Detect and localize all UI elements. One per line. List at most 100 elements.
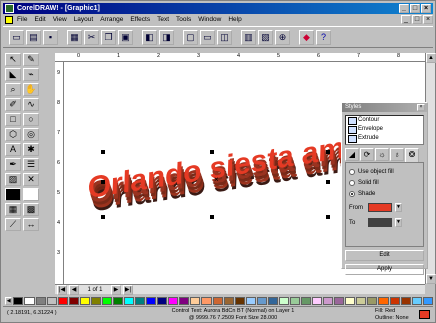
zoom-tool-icon[interactable]: ⌕ xyxy=(5,83,21,96)
from-color-dropdown[interactable]: ▼ xyxy=(395,203,402,212)
palette-swatch[interactable] xyxy=(312,296,323,305)
solid-fill-option[interactable]: Solid fill xyxy=(349,178,420,187)
menu-window[interactable]: Window xyxy=(198,15,221,25)
fill-tool-icon[interactable]: ▨ xyxy=(5,173,21,186)
menu-effects[interactable]: Effects xyxy=(130,15,150,25)
vertical-ruler[interactable]: 9 8 7 6 5 4 3 xyxy=(55,62,64,284)
palette-swatch[interactable] xyxy=(68,296,79,305)
palette-swatch[interactable] xyxy=(57,296,68,305)
palette-swatch[interactable] xyxy=(101,296,112,305)
pattern-fill-icon[interactable]: ▦ xyxy=(5,203,21,216)
palette-swatch[interactable] xyxy=(201,296,212,305)
palette-swatch[interactable] xyxy=(400,296,411,305)
palette-swatch[interactable] xyxy=(389,296,400,305)
outline-tool-icon[interactable]: ✒ xyxy=(5,158,21,171)
menu-text[interactable]: Text xyxy=(157,15,169,25)
prev-page-button[interactable]: ◀ xyxy=(69,284,79,295)
menu-layout[interactable]: Layout xyxy=(74,15,94,25)
menu-file[interactable]: File xyxy=(17,15,27,25)
pick-tool-icon[interactable]: ↖ xyxy=(5,53,21,66)
palette-swatch[interactable] xyxy=(179,296,190,305)
document-icon[interactable] xyxy=(5,16,13,24)
copy-icon[interactable]: ❐ xyxy=(101,29,116,45)
new-icon[interactable]: ▭ xyxy=(9,29,24,45)
wireframe-icon[interactable]: ▢ xyxy=(183,29,198,45)
use-object-fill-radio[interactable] xyxy=(349,168,355,175)
zoom-icon[interactable]: ⊕ xyxy=(275,29,290,45)
palette-swatch[interactable] xyxy=(234,296,245,305)
palette-swatch[interactable] xyxy=(124,296,135,305)
handle-top-middle[interactable] xyxy=(210,150,214,154)
horizontal-scrollbar[interactable]: |◀ ◀ 1 of 1 ▶ ▶| xyxy=(55,284,425,295)
help-icon[interactable]: ? xyxy=(316,29,331,45)
palette-swatch[interactable] xyxy=(256,296,267,305)
palette-swatch[interactable] xyxy=(278,296,289,305)
palette-swatch[interactable] xyxy=(356,296,367,305)
docker-close-button[interactable]: × xyxy=(417,104,425,111)
solid-fill-radio[interactable] xyxy=(349,179,355,186)
palette-swatch[interactable] xyxy=(411,296,422,305)
palette-swatch[interactable] xyxy=(223,296,234,305)
import-icon[interactable]: ◧ xyxy=(142,29,157,45)
palette-swatch[interactable] xyxy=(289,296,300,305)
group-icon[interactable]: ▥ xyxy=(241,29,256,45)
paste-icon[interactable]: ▣ xyxy=(118,29,133,45)
handle-bottom-left[interactable] xyxy=(101,215,105,219)
palette-swatch[interactable] xyxy=(90,296,101,305)
menu-help[interactable]: Help xyxy=(228,15,241,25)
palette-swatch[interactable] xyxy=(267,296,278,305)
effects-list[interactable]: Contour Envelope Extrude xyxy=(345,115,424,145)
tab-bulb[interactable]: ♁ xyxy=(390,148,404,161)
palette-scroll-left[interactable]: ◀ xyxy=(5,296,13,305)
scroll-down-arrow[interactable]: ▼ xyxy=(426,274,436,284)
palette-swatch[interactable] xyxy=(146,296,157,305)
palette-swatch[interactable] xyxy=(190,296,201,305)
doc-close-button[interactable]: × xyxy=(423,15,433,24)
menu-edit[interactable]: Edit xyxy=(34,15,45,25)
text-tool-icon[interactable]: A xyxy=(5,143,21,156)
ungroup-icon[interactable]: ▧ xyxy=(258,29,273,45)
palette-swatch[interactable] xyxy=(422,296,433,305)
handle-top-left[interactable] xyxy=(101,150,105,154)
outline-width-icon[interactable]: ☰ xyxy=(23,158,39,171)
symbol-icon[interactable]: ✱ xyxy=(23,143,39,156)
effect-contour[interactable]: Contour xyxy=(346,116,423,125)
dimension-icon[interactable]: ↔ xyxy=(23,218,39,231)
knife-icon[interactable]: ⌁ xyxy=(23,68,39,81)
apply-button[interactable]: Apply xyxy=(345,264,424,275)
print-icon[interactable]: ▦ xyxy=(67,29,82,45)
handle-bottom-right[interactable] xyxy=(326,215,330,219)
tab-color[interactable]: ❂ xyxy=(405,148,419,162)
to-color-dropdown[interactable]: ▼ xyxy=(395,218,402,227)
handle-top-right[interactable] xyxy=(326,150,330,154)
palette-swatch[interactable] xyxy=(323,296,334,305)
first-page-button[interactable]: |◀ xyxy=(57,284,67,295)
polygon-tool-icon[interactable]: ⬡ xyxy=(5,128,21,141)
palette-swatch[interactable] xyxy=(345,296,356,305)
fill-none-icon[interactable]: ✕ xyxy=(23,173,39,186)
palette-swatch[interactable] xyxy=(212,296,223,305)
doc-restore-button[interactable]: □ xyxy=(412,15,422,24)
app-launcher-icon[interactable]: ◆ xyxy=(299,29,314,45)
minimize-button[interactable]: _ xyxy=(399,4,409,13)
next-page-button[interactable]: ▶ xyxy=(111,284,121,295)
from-color-swatch[interactable] xyxy=(368,203,392,212)
coreldraw-app-icon[interactable] xyxy=(5,4,14,13)
palette-swatch[interactable] xyxy=(35,296,46,305)
spiral-icon[interactable]: ◎ xyxy=(23,128,39,141)
effect-extrude[interactable]: Extrude xyxy=(346,134,423,143)
rectangle-tool-icon[interactable]: □ xyxy=(5,113,21,126)
pan-icon[interactable]: ✋ xyxy=(23,83,39,96)
shade-option[interactable]: Shade xyxy=(349,189,420,198)
menu-view[interactable]: View xyxy=(53,15,67,25)
scroll-up-arrow[interactable]: ▲ xyxy=(426,53,436,63)
cut-icon[interactable]: ✂ xyxy=(84,29,99,45)
open-icon[interactable]: ▤ xyxy=(26,29,41,45)
full-screen-icon[interactable]: ▭ xyxy=(200,29,215,45)
palette-swatch[interactable] xyxy=(112,296,123,305)
palette-swatch[interactable] xyxy=(46,296,57,305)
freehand-icon[interactable]: ✐ xyxy=(5,98,21,111)
horizontal-ruler[interactable]: 0 1 2 3 4 5 6 7 8 xyxy=(55,53,425,62)
menu-tools[interactable]: Tools xyxy=(176,15,191,25)
ellipse-tool-icon[interactable]: ○ xyxy=(23,113,39,126)
